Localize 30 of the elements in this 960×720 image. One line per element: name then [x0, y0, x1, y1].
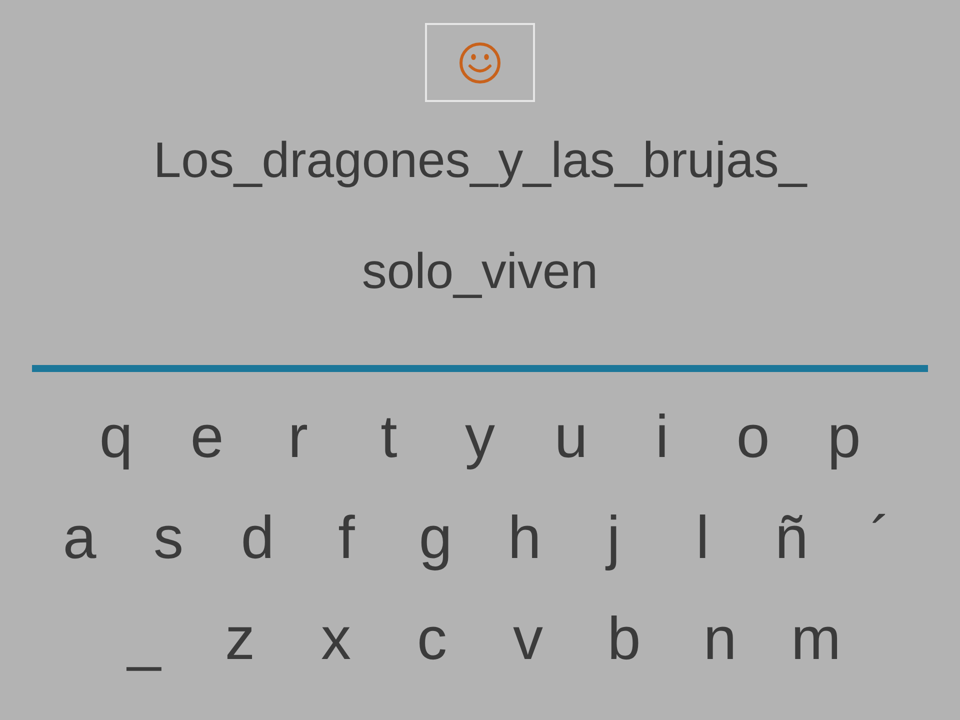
- letter-key[interactable]: u: [546, 404, 596, 470]
- letter-key[interactable]: t: [364, 404, 414, 470]
- letter-key[interactable]: f: [322, 505, 372, 571]
- letter-key[interactable]: p: [819, 404, 869, 470]
- phrase-text: Los_dragones_y_las_brujas_: [153, 135, 807, 185]
- letter-key[interactable]: e: [182, 404, 232, 470]
- letter-key[interactable]: i: [637, 404, 687, 470]
- letter-key[interactable]: c: [407, 606, 457, 672]
- letter-key[interactable]: n: [695, 606, 745, 672]
- letter-key[interactable]: o: [728, 404, 778, 470]
- letter-key[interactable]: g: [410, 505, 460, 571]
- letter-key[interactable]: ñ: [766, 505, 816, 571]
- letter-key[interactable]: a: [54, 505, 104, 571]
- letter-key[interactable]: v: [503, 606, 553, 672]
- letter-key[interactable]: _: [119, 606, 169, 672]
- letter-key[interactable]: s: [144, 505, 194, 571]
- letter-key[interactable]: q: [91, 404, 141, 470]
- phrase-text: solo_viven: [362, 246, 598, 296]
- letter-key[interactable]: y: [455, 404, 505, 470]
- letter-key[interactable]: j: [588, 505, 638, 571]
- letter-key[interactable]: r: [273, 404, 323, 470]
- letter-key[interactable]: h: [500, 505, 550, 571]
- letter-key[interactable]: m: [791, 606, 841, 672]
- letter-key[interactable]: x: [311, 606, 361, 672]
- letter-key[interactable]: z: [215, 606, 265, 672]
- letter-key[interactable]: d: [232, 505, 282, 571]
- letter-key[interactable]: ´: [856, 505, 906, 571]
- letter-key[interactable]: b: [599, 606, 649, 672]
- smiley-icon: [458, 40, 502, 84]
- letter-key[interactable]: l: [678, 505, 728, 571]
